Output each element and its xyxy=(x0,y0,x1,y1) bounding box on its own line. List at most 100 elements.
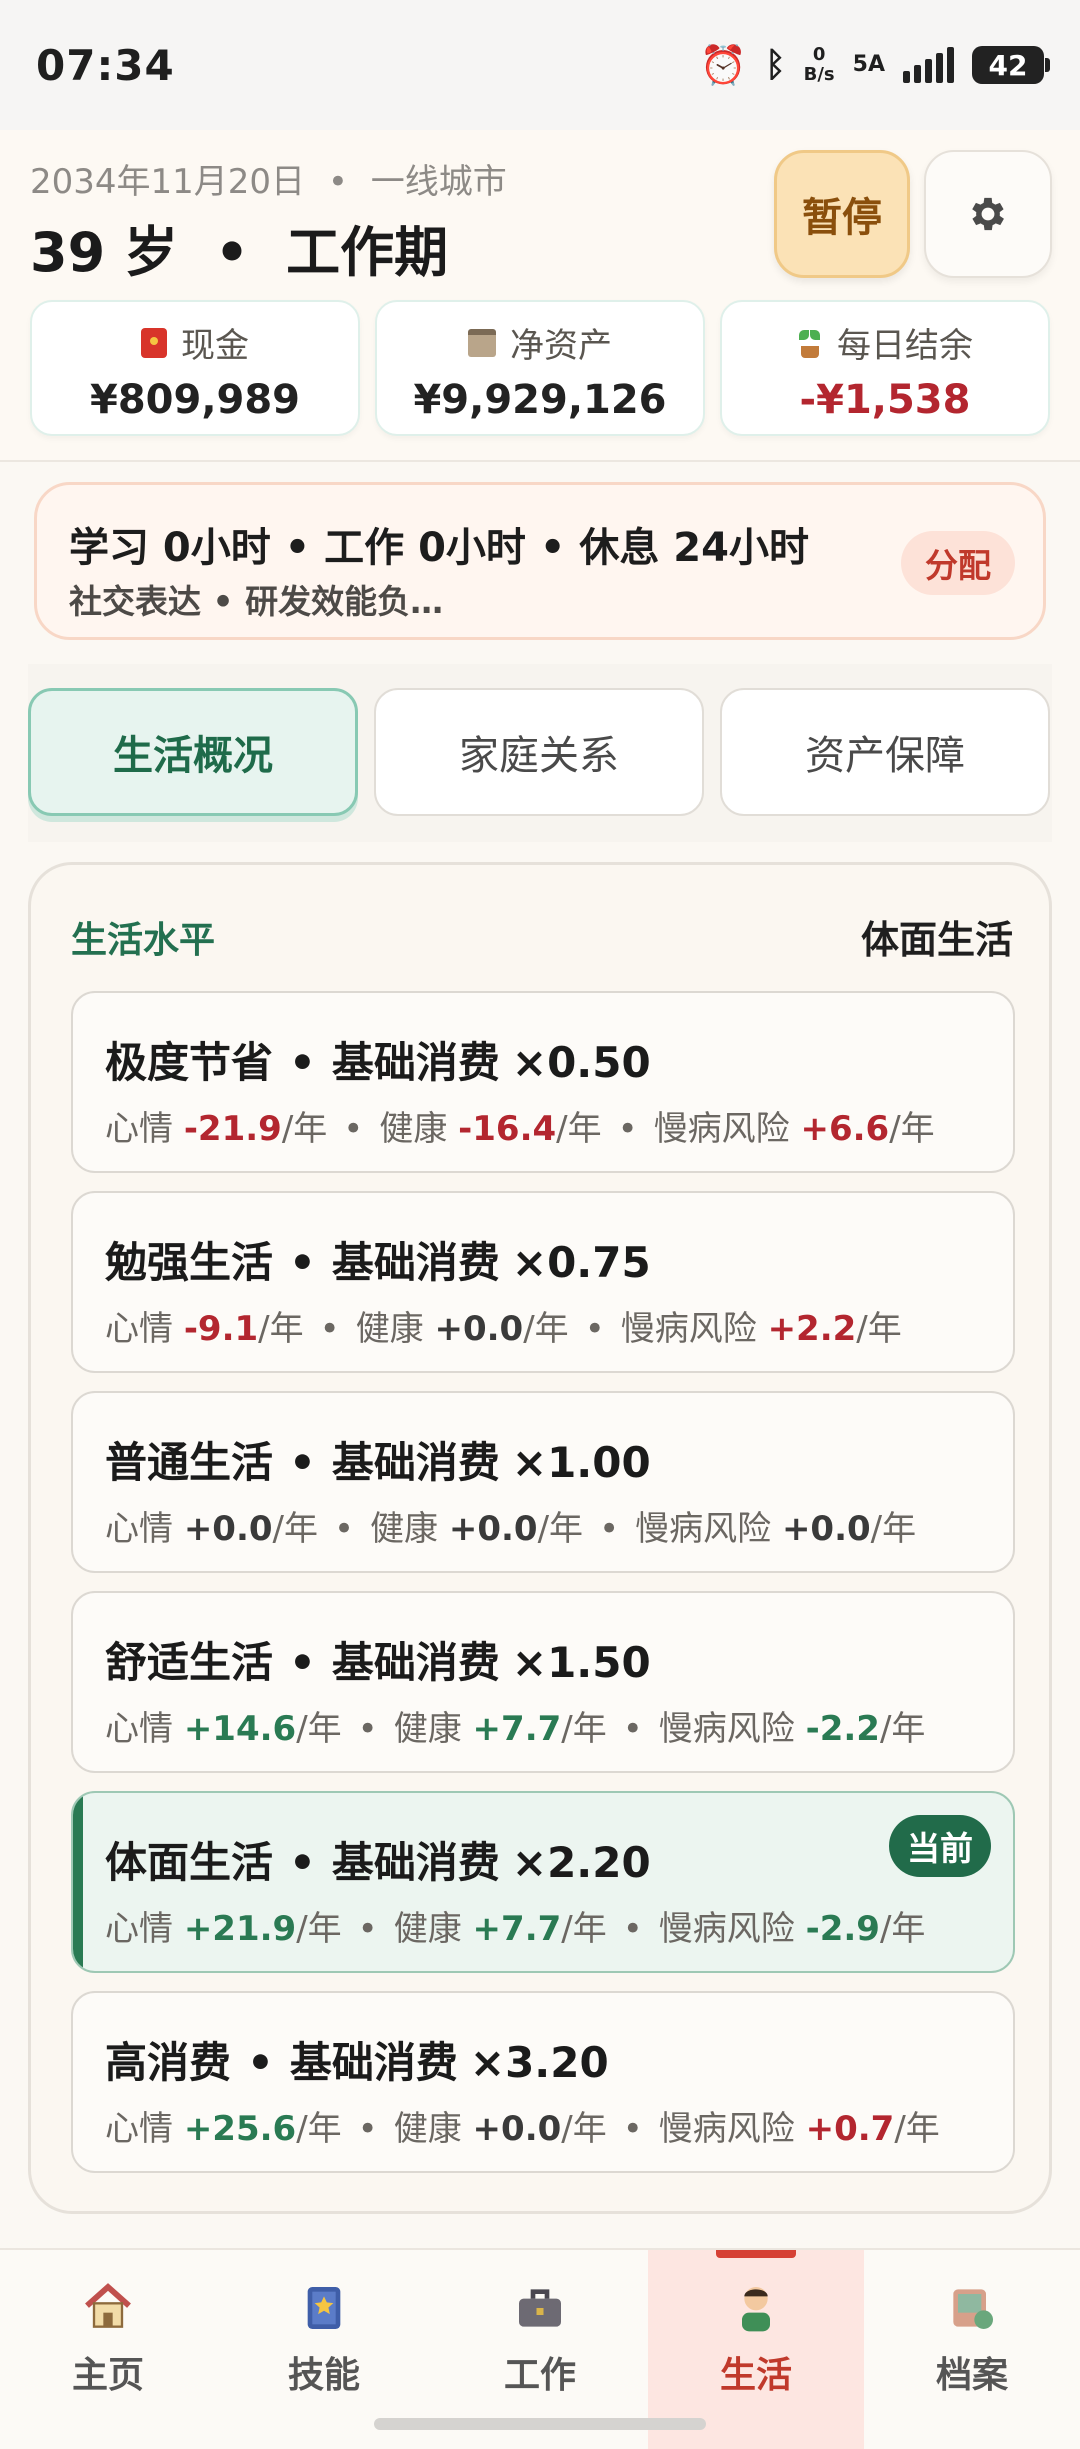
chronic-risk-label: 慢病风险 xyxy=(653,1109,790,1149)
multiplier: ×1.50 xyxy=(511,1638,651,1687)
mood-value: -21.9 xyxy=(183,1109,282,1149)
chronic-risk-value: +2.2 xyxy=(767,1309,857,1349)
mood-label: 心情 xyxy=(105,1509,173,1549)
per-year: /年 xyxy=(856,1309,902,1349)
net-speed: 0 B/s xyxy=(804,45,835,85)
mood-value: -9.1 xyxy=(183,1309,259,1349)
cash-label: 现金 xyxy=(181,326,249,366)
chronic-risk-label: 慢病风险 xyxy=(658,1909,795,1949)
game-header: 2034年11月20日 • 一线城市 39 岁 • 工作期 暂停 现金 ¥809… xyxy=(0,130,1080,460)
living-option[interactable]: 体面生活 • 基础消费 ×2.20 心情 +21.9/年 • 健康 +7.7/年 • 慢病风险 … xyxy=(71,1791,1015,1973)
tab-family[interactable]: 家庭关系 xyxy=(374,688,704,816)
daily-balance-label: 每日结余 xyxy=(837,326,973,366)
separator: • xyxy=(599,1509,620,1549)
life-stage: 工作期 xyxy=(286,221,449,284)
living-option[interactable]: 舒适生活 • 基础消费 ×1.50 心情 +14.6/年 • 健康 +7.7/年 • 慢病风险 … xyxy=(71,1591,1015,1773)
per-year: /年 xyxy=(561,2109,607,2149)
city: 一线城市 xyxy=(370,162,507,202)
health-value: +7.7 xyxy=(472,1709,562,1749)
living-option[interactable]: 高消费 • 基础消费 ×3.20 心情 +25.6/年 • 健康 +0.0/年 • 慢病风险 +… xyxy=(71,1991,1015,2173)
sprout-icon xyxy=(797,328,823,358)
per-year: /年 xyxy=(561,1709,607,1749)
divider xyxy=(0,460,1080,462)
current-living-level: 体面生活 xyxy=(860,918,1013,962)
living-option-effects: 心情 +0.0/年 • 健康 +0.0/年 • 慢病风险 +0.0/年 xyxy=(105,1501,916,1550)
mood-label: 心情 xyxy=(105,1109,173,1149)
living-option-effects: 心情 +14.6/年 • 健康 +7.7/年 • 慢病风险 -2.2/年 xyxy=(105,1701,925,1750)
date: 2034年11月20日 xyxy=(30,162,306,202)
daily-balance-card: 每日结余 -¥1,538 xyxy=(720,300,1050,436)
option-name: 体面生活 xyxy=(105,1838,274,1887)
pause-button[interactable]: 暂停 xyxy=(774,150,910,278)
living-standard-panel: 生活水平 体面生活 极度节省 • 基础消费 ×0.50 心情 -21.9/年 • 健康 -1… xyxy=(28,862,1052,2214)
nav-skills-label: 技能 xyxy=(287,2355,360,2396)
separator: • xyxy=(357,1709,378,1749)
per-year: /年 xyxy=(889,1109,935,1149)
option-name: 极度节省 xyxy=(105,1038,274,1087)
per-year: /年 xyxy=(296,1909,342,1949)
separator: • xyxy=(214,221,250,284)
separator: • xyxy=(319,1309,340,1349)
per-year: /年 xyxy=(281,1109,328,1149)
separator: • xyxy=(334,1509,355,1549)
current-badge: 当前 xyxy=(889,1815,991,1877)
separator: • xyxy=(289,1438,316,1487)
per-year: /年 xyxy=(296,2109,342,2149)
mood-label: 心情 xyxy=(105,1709,173,1749)
home-indicator[interactable] xyxy=(374,2418,706,2430)
cash-card: 现金 ¥809,989 xyxy=(30,300,360,436)
living-option-effects: 心情 -21.9/年 • 健康 -16.4/年 • 慢病风险 +6.6/年 xyxy=(105,1101,935,1150)
separator: • xyxy=(343,1109,364,1149)
settings-button[interactable] xyxy=(924,150,1052,278)
separator: • xyxy=(617,1109,638,1149)
book-icon xyxy=(307,2287,341,2329)
living-option-effects: 心情 +21.9/年 • 健康 +7.7/年 • 慢病风险 -2.9/年 xyxy=(105,1901,925,1950)
profile-icon xyxy=(953,2289,993,2329)
living-option-title: 高消费 • 基础消费 ×3.20 xyxy=(105,2029,609,2090)
mood-label: 心情 xyxy=(105,2109,173,2149)
net-worth-card: 净资产 ¥9,929,126 xyxy=(375,300,705,436)
separator: • xyxy=(584,1309,605,1349)
net-worth-label: 净资产 xyxy=(510,326,612,366)
health-label: 健康 xyxy=(355,1309,424,1349)
nav-home[interactable]: 主页 xyxy=(0,2250,216,2449)
chronic-risk-label: 慢病风险 xyxy=(658,2109,795,2149)
status-icons: ⏰ ᛒ 0 B/s 5A 42 xyxy=(700,43,1050,88)
mood-label: 心情 xyxy=(105,1309,173,1349)
health-label: 健康 xyxy=(393,1909,462,1949)
health-value: +7.7 xyxy=(472,1909,562,1949)
nav-work-label: 工作 xyxy=(503,2355,576,2396)
health-label: 健康 xyxy=(393,2109,462,2149)
living-option[interactable]: 极度节省 • 基础消费 ×0.50 心情 -21.9/年 • 健康 -16.4/年 • 慢病风险… xyxy=(71,991,1015,1173)
health-label: 健康 xyxy=(379,1109,448,1149)
health-value: -16.4 xyxy=(458,1109,557,1149)
tab-life-overview[interactable]: 生活概况 xyxy=(28,688,358,816)
separator: • xyxy=(289,1838,316,1887)
chronic-risk-label: 慢病风险 xyxy=(658,1709,795,1749)
base-consumption-label: 基础消费 xyxy=(331,1438,500,1487)
tab-assets[interactable]: 资产保障 xyxy=(720,688,1050,816)
allocate-button[interactable]: 分配 xyxy=(901,531,1015,595)
health-value: +0.0 xyxy=(472,2109,562,2149)
time-allocation-card[interactable]: 学习 0小时 • 工作 0小时 • 休息 24小时 社交表达 • 研发效能负… … xyxy=(34,482,1046,640)
chronic-risk-value: -2.2 xyxy=(805,1709,880,1749)
multiplier: ×1.00 xyxy=(511,1438,651,1487)
tab-bar: 生活概况 家庭关系 资产保障 xyxy=(28,664,1052,842)
per-year: /年 xyxy=(879,1709,926,1749)
time-allocation-detail: 社交表达 • 研发效能负… xyxy=(69,582,444,621)
daily-balance-value: -¥1,538 xyxy=(799,377,971,423)
living-option-title: 体面生活 • 基础消费 ×2.20 xyxy=(105,1829,651,1890)
living-option[interactable]: 普通生活 • 基础消费 ×1.00 心情 +0.0/年 • 健康 +0.0/年 • 慢病风险 +… xyxy=(71,1391,1015,1573)
house-icon xyxy=(85,2283,131,2328)
living-option[interactable]: 勉强生活 • 基础消费 ×0.75 心情 -9.1/年 • 健康 +0.0/年 • 慢病风险 +… xyxy=(71,1191,1015,1373)
nav-profile-label: 档案 xyxy=(935,2355,1008,2396)
separator: • xyxy=(289,1638,316,1687)
clock: 07:34 xyxy=(36,40,175,90)
bluetooth-icon: ᛒ xyxy=(765,45,786,85)
per-year: /年 xyxy=(879,1909,926,1949)
separator: • xyxy=(622,1909,643,1949)
option-name: 勉强生活 xyxy=(105,1238,274,1287)
nav-profile[interactable]: 档案 xyxy=(864,2250,1080,2449)
base-consumption-label: 基础消费 xyxy=(331,1238,500,1287)
cash-value: ¥809,989 xyxy=(89,377,301,423)
